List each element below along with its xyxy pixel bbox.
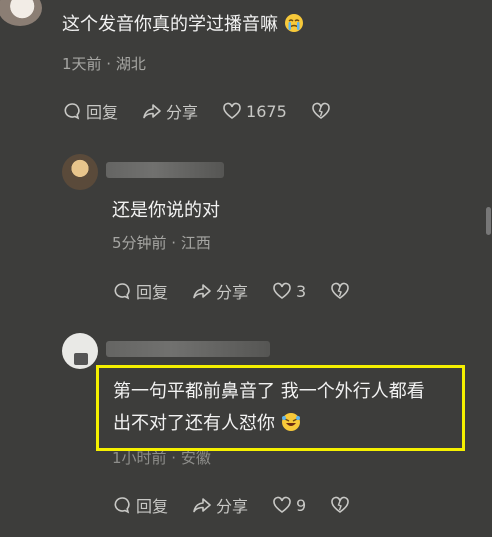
share-icon	[143, 104, 161, 119]
comment-actions: 回复 分享 3	[112, 279, 374, 303]
share-icon	[193, 284, 211, 299]
reply-icon	[114, 497, 130, 514]
share-button[interactable]: 分享	[192, 279, 248, 303]
reply-icon	[64, 103, 80, 120]
reply-button[interactable]: 回复	[112, 493, 168, 517]
crying-face-emoji-icon	[284, 14, 303, 32]
broken-heart-icon	[331, 496, 350, 513]
comment-meta: 1小时前 · 安徽	[112, 449, 211, 467]
dislike-button[interactable]	[311, 101, 331, 121]
avatar[interactable]	[0, 0, 42, 26]
reply-button[interactable]: 回复	[62, 99, 118, 123]
comment-actions: 回复 分享 9	[112, 493, 374, 517]
heart-icon	[273, 496, 291, 513]
reply-button[interactable]: 回复	[112, 279, 168, 303]
comment-actions: 回复 分享 1675	[62, 99, 355, 123]
like-button[interactable]: 3	[272, 281, 306, 301]
rolling-laughing-emoji-icon	[281, 413, 300, 431]
username-blurred[interactable]	[106, 162, 224, 178]
comment-text: 还是你说的对	[112, 200, 220, 221]
scrollbar[interactable]	[486, 207, 491, 235]
share-button[interactable]: 分享	[142, 99, 198, 123]
heart-icon	[273, 282, 291, 299]
comment-meta: 5分钟前 · 江西	[112, 234, 211, 252]
like-button[interactable]: 1675	[222, 101, 287, 121]
like-count: 9	[296, 495, 307, 515]
comment-text: 这个发音你真的学过播音嘛	[62, 13, 304, 37]
dislike-button[interactable]	[330, 281, 350, 301]
highlight-box: 第一句平都前鼻音了 我一个外行人都看 出不对了还有人怼你	[96, 365, 465, 451]
comment-meta: 1天前 · 湖北	[62, 55, 146, 73]
share-button[interactable]: 分享	[192, 493, 248, 517]
like-count: 1675	[246, 101, 287, 121]
dislike-button[interactable]	[330, 495, 350, 515]
share-icon	[193, 498, 211, 513]
broken-heart-icon	[331, 282, 350, 299]
avatar[interactable]	[62, 154, 98, 190]
avatar[interactable]	[62, 333, 98, 369]
broken-heart-icon	[311, 102, 330, 119]
username-blurred[interactable]	[106, 341, 270, 357]
comment-text: 第一句平都前鼻音了 我一个外行人都看 出不对了还有人怼你	[113, 381, 425, 434]
reply-icon	[114, 283, 130, 300]
like-count: 3	[296, 281, 307, 301]
heart-icon	[223, 102, 241, 119]
like-button[interactable]: 9	[272, 495, 306, 515]
